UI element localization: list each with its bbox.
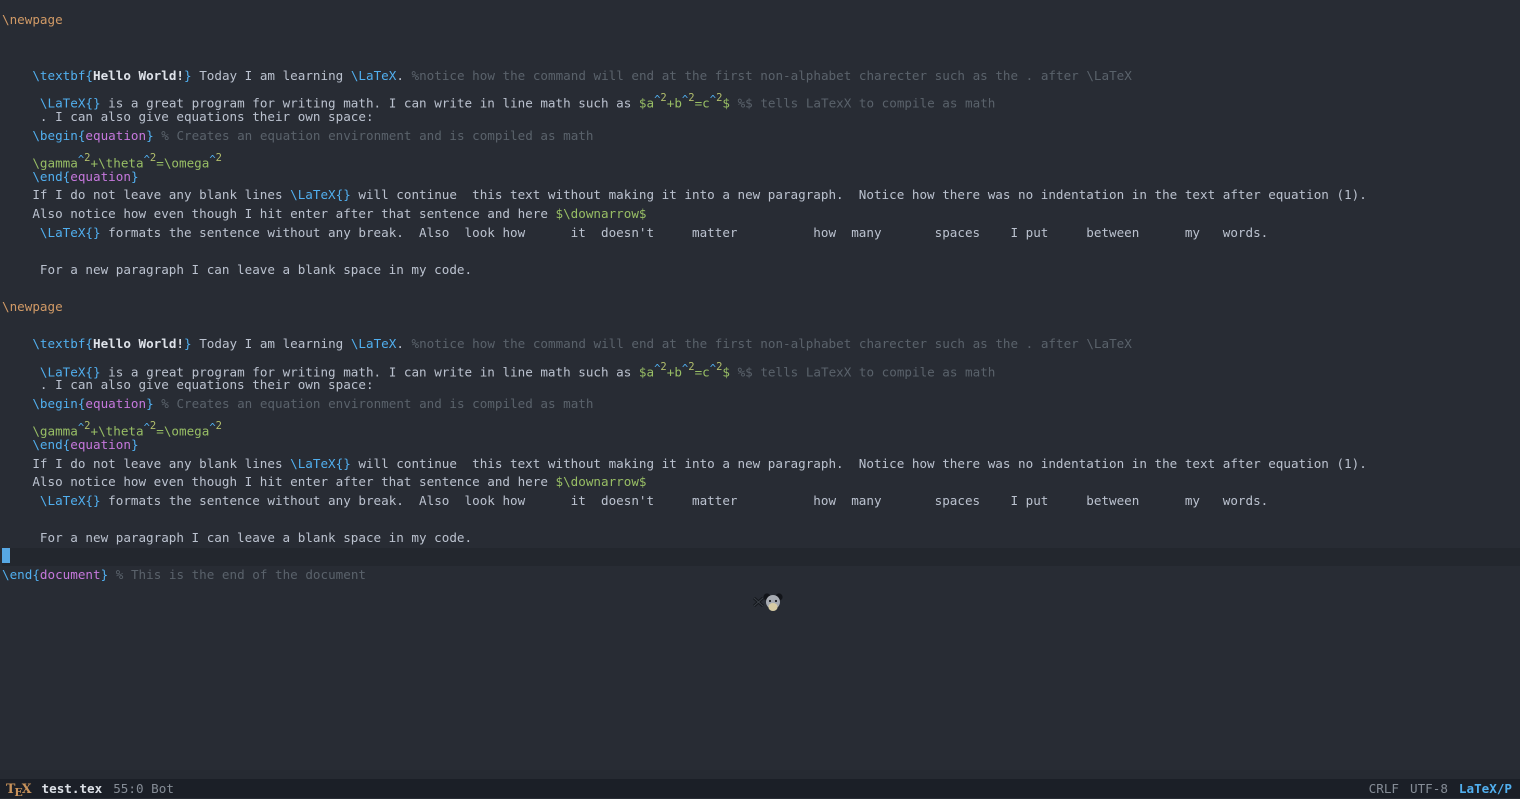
code-line[interactable]: \gamma^2+\theta^2=\omega^2 xyxy=(2,145,1520,168)
code-line[interactable] xyxy=(2,548,1520,567)
code-line[interactable]: \newpage xyxy=(2,11,1520,30)
code-line[interactable]: If I do not leave any blank lines \LaTeX… xyxy=(2,455,1520,474)
code-line[interactable]: \textbf{Hello World!} Today I am learnin… xyxy=(2,67,1520,86)
modeline-left: TEX test.tex 55:0 Bot xyxy=(6,781,174,798)
code-line[interactable] xyxy=(2,48,1520,67)
code-line[interactable] xyxy=(2,317,1520,336)
code-line[interactable]: \gamma^2+\theta^2=\omega^2 xyxy=(2,413,1520,436)
code-line[interactable]: \LaTeX{} is a great program for writing … xyxy=(2,354,1520,377)
code-line[interactable] xyxy=(2,30,1520,49)
editor-buffer[interactable]: \newpage \textbf{Hello World!} Today I a… xyxy=(0,0,1520,770)
modeline-right: CRLF UTF-8 LaTeX/P xyxy=(1369,781,1512,797)
code-line[interactable]: For a new paragraph I can leave a blank … xyxy=(2,529,1520,548)
code-line[interactable]: \end{document} % This is the end of the … xyxy=(2,566,1520,585)
code-line[interactable]: Also notice how even though I hit enter … xyxy=(2,473,1520,492)
code-line[interactable]: If I do not leave any blank lines \LaTeX… xyxy=(2,186,1520,205)
code-line[interactable]: \end{equation} xyxy=(2,436,1520,455)
code-line[interactable]: For a new paragraph I can leave a blank … xyxy=(2,261,1520,280)
eol-indicator: CRLF xyxy=(1369,781,1399,797)
code-line[interactable]: \textbf{Hello World!} Today I am learnin… xyxy=(2,335,1520,354)
code-line[interactable] xyxy=(2,279,1520,298)
code-line[interactable]: \begin{equation} % Creates an equation e… xyxy=(2,395,1520,414)
buffer-name[interactable]: test.tex xyxy=(42,781,103,797)
code-line[interactable] xyxy=(2,242,1520,261)
code-line[interactable]: \LaTeX{} is a great program for writing … xyxy=(2,85,1520,108)
x-cursor-icon xyxy=(752,592,784,612)
code-line[interactable]: \begin{equation} % Creates an equation e… xyxy=(2,127,1520,146)
modeline: TEX test.tex 55:0 Bot CRLF UTF-8 LaTeX/P xyxy=(0,779,1520,798)
cursor-position: 55:0 Bot xyxy=(113,781,174,797)
code-line[interactable]: Also notice how even though I hit enter … xyxy=(2,205,1520,224)
tex-mode-icon: TEX xyxy=(6,781,31,798)
code-line[interactable]: \end{equation} xyxy=(2,168,1520,187)
code-line[interactable]: \LaTeX{} formats the sentence without an… xyxy=(2,492,1520,511)
window-divider xyxy=(0,770,1520,779)
encoding-indicator: UTF-8 xyxy=(1410,781,1448,797)
desktop-cursor-icon xyxy=(752,592,784,612)
mouse-face-icon xyxy=(763,593,782,611)
code-line[interactable]: \LaTeX{} formats the sentence without an… xyxy=(2,224,1520,243)
text-cursor xyxy=(2,548,10,563)
code-line[interactable] xyxy=(2,510,1520,529)
major-mode[interactable]: LaTeX/P xyxy=(1459,781,1512,797)
code-line[interactable]: \newpage xyxy=(2,298,1520,317)
